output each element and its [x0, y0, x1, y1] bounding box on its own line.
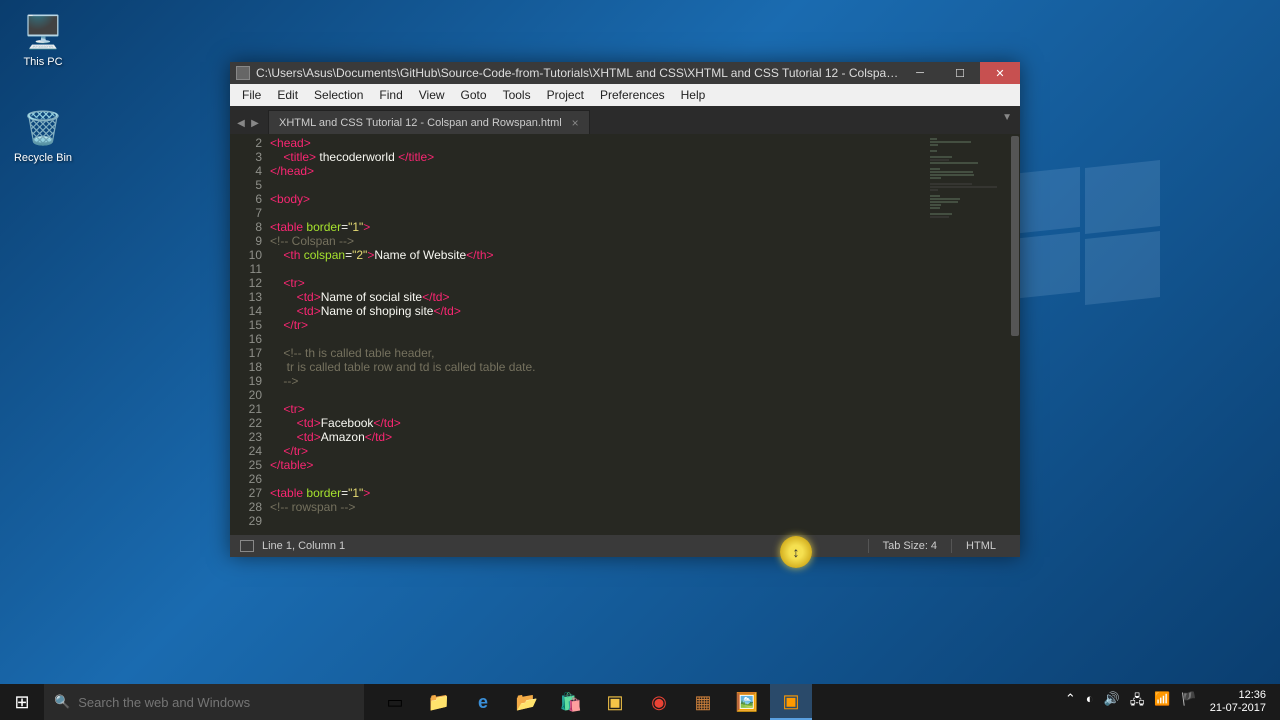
statusbar: Line 1, Column 1 Tab Size: 4 HTML: [230, 535, 1020, 557]
menu-help[interactable]: Help: [673, 86, 714, 104]
vertical-scrollbar[interactable]: [1010, 134, 1020, 535]
file-tab[interactable]: XHTML and CSS Tutorial 12 - Colspan and …: [268, 110, 590, 134]
menu-tools[interactable]: Tools: [495, 86, 539, 104]
taskbar-icons: ▭📁e📂🛍️▣◉▦🖼️▣: [364, 684, 812, 720]
start-button[interactable]: ⊞: [0, 684, 44, 720]
menu-find[interactable]: Find: [371, 86, 410, 104]
taskbar-app-4[interactable]: 🖼️: [726, 684, 768, 720]
tabbar: ◀ ▶ XHTML and CSS Tutorial 12 - Colspan …: [230, 106, 1020, 134]
taskbar-explorer[interactable]: 📂: [506, 684, 548, 720]
tray-icon-5[interactable]: 🏴: [1176, 691, 1202, 713]
desktop-icon-label: Recycle Bin: [8, 152, 78, 164]
desktop-icon-label: This PC: [8, 56, 78, 68]
taskbar: ⊞ 🔍 ▭📁e📂🛍️▣◉▦🖼️▣ ⌃◐🔊🖧📶🏴 12:36 21-07-2017: [0, 684, 1280, 720]
tray-icon-1[interactable]: ◐: [1081, 691, 1099, 713]
taskbar-chrome[interactable]: ◉: [638, 684, 680, 720]
taskbar-edge[interactable]: e: [462, 684, 504, 720]
window-titlebar[interactable]: C:\Users\Asus\Documents\GitHub\Source-Co…: [230, 62, 1020, 84]
panel-icon[interactable]: [240, 540, 254, 552]
scrollbar-thumb[interactable]: [1011, 136, 1019, 336]
tray-icon-4[interactable]: 📶: [1149, 691, 1175, 713]
menu-view[interactable]: View: [411, 86, 453, 104]
editor-window: C:\Users\Asus\Documents\GitHub\Source-Co…: [230, 62, 1020, 557]
tray-icon-3[interactable]: 🖧: [1125, 691, 1150, 713]
maximize-button[interactable]: ☐: [940, 62, 980, 84]
menubar: FileEditSelectionFindViewGotoToolsProjec…: [230, 84, 1020, 106]
search-input[interactable]: [78, 695, 354, 710]
minimize-button[interactable]: ─: [900, 62, 940, 84]
desktop-icon-this-pc[interactable]: 🖥️ This PC: [8, 12, 78, 68]
code-area[interactable]: <head> <title> thecoderworld </title></h…: [270, 134, 1020, 535]
taskbar-store[interactable]: 🛍️: [550, 684, 592, 720]
menu-project[interactable]: Project: [539, 86, 592, 104]
tab-nav-left[interactable]: ◀: [234, 112, 248, 134]
tab-list-dropdown[interactable]: ▼: [1002, 112, 1012, 123]
minimap[interactable]: [930, 138, 1010, 198]
menu-edit[interactable]: Edit: [269, 86, 306, 104]
tray-date: 21-07-2017: [1210, 702, 1266, 715]
tab-close-icon[interactable]: ×: [572, 116, 579, 130]
tray-clock[interactable]: 12:36 21-07-2017: [1202, 689, 1274, 715]
taskbar-app-1[interactable]: 📁: [418, 684, 460, 720]
status-language[interactable]: HTML: [952, 540, 1010, 552]
trash-icon: 🗑️: [23, 108, 63, 148]
app-icon: [236, 66, 250, 80]
window-title: C:\Users\Asus\Documents\GitHub\Source-Co…: [256, 66, 900, 80]
menu-selection[interactable]: Selection: [306, 86, 371, 104]
tab-label: XHTML and CSS Tutorial 12 - Colspan and …: [279, 117, 562, 129]
code-editor[interactable]: 2345678910111213141516171819202122232425…: [230, 134, 1020, 535]
close-button[interactable]: ✕: [980, 62, 1020, 84]
tray-icon-2[interactable]: 🔊: [1099, 691, 1125, 713]
menu-preferences[interactable]: Preferences: [592, 86, 673, 104]
desktop-icon-recycle-bin[interactable]: 🗑️ Recycle Bin: [8, 108, 78, 164]
taskbar-app-2[interactable]: ▣: [594, 684, 636, 720]
search-icon: 🔍: [54, 694, 70, 710]
line-gutter: 2345678910111213141516171819202122232425…: [230, 134, 270, 535]
tray-time: 12:36: [1210, 689, 1266, 702]
status-position[interactable]: Line 1, Column 1: [262, 540, 868, 552]
search-box[interactable]: 🔍: [44, 684, 364, 720]
system-tray: ⌃◐🔊🖧📶🏴 12:36 21-07-2017: [1060, 684, 1280, 720]
monitor-icon: 🖥️: [23, 12, 63, 52]
taskbar-task-view[interactable]: ▭: [374, 684, 416, 720]
desktop-wallpaper-logo: [1020, 170, 1160, 310]
menu-goto[interactable]: Goto: [453, 86, 495, 104]
menu-file[interactable]: File: [234, 86, 269, 104]
resize-cursor-icon: ↕: [780, 536, 812, 568]
taskbar-app-3[interactable]: ▦: [682, 684, 724, 720]
status-tab-size[interactable]: Tab Size: 4: [869, 540, 951, 552]
tray-icon-0[interactable]: ⌃: [1060, 691, 1081, 713]
taskbar-sublime[interactable]: ▣: [770, 684, 812, 720]
tab-nav-right[interactable]: ▶: [248, 112, 262, 134]
